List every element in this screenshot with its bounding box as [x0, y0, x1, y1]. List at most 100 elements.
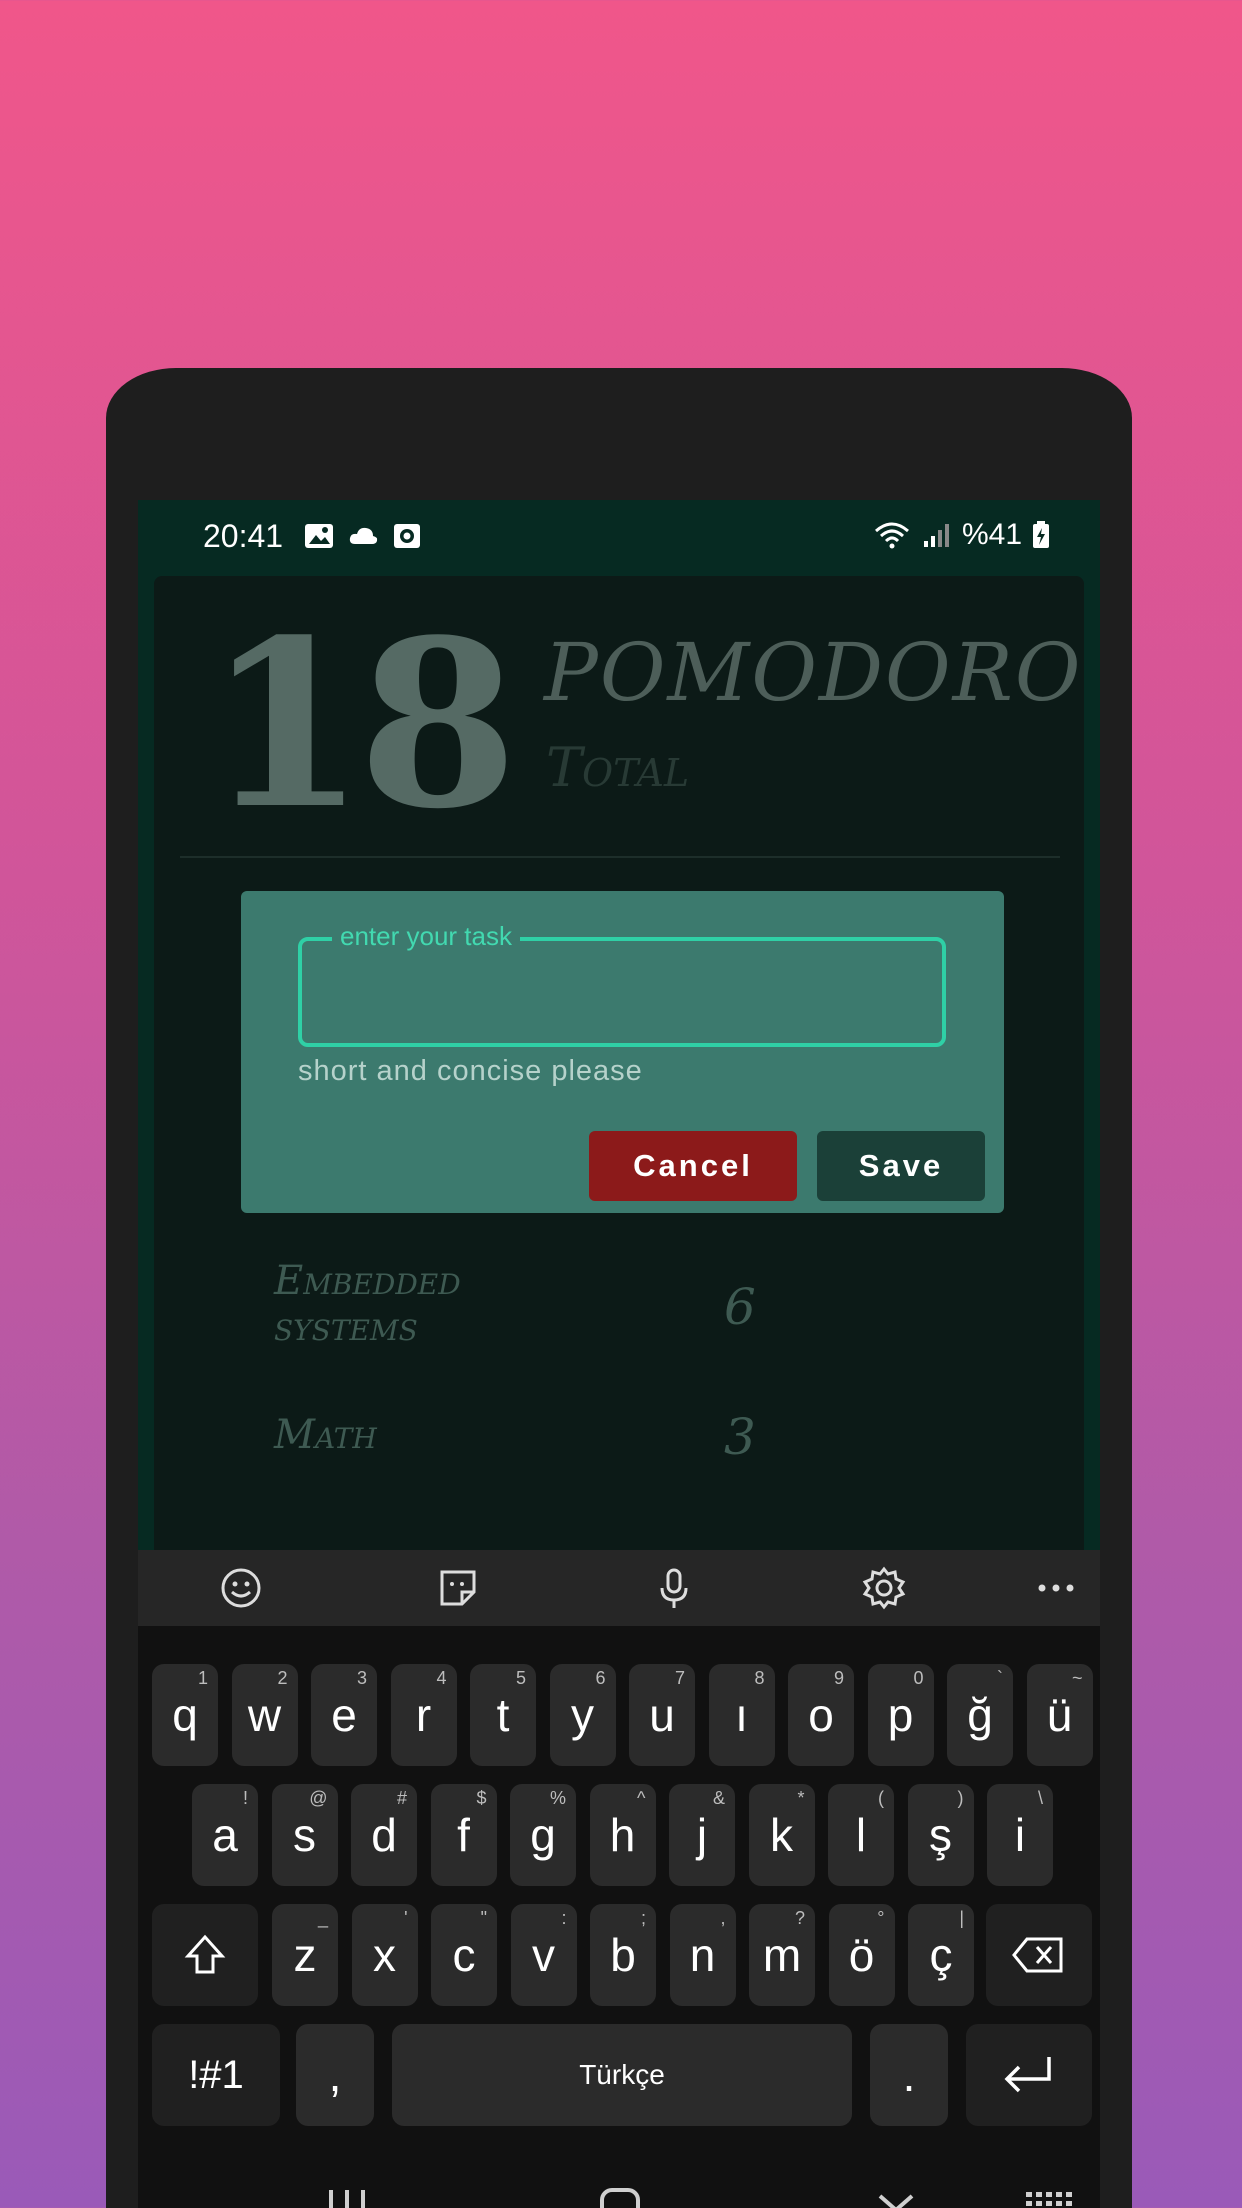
- task-input-label: enter your task: [332, 921, 520, 952]
- key-e[interactable]: e3: [311, 1664, 377, 1766]
- shift-key[interactable]: [152, 1904, 258, 2006]
- key-c[interactable]: c ": [431, 1904, 497, 2006]
- backspace-key[interactable]: [986, 1904, 1092, 2006]
- key-secondary-label: 0: [913, 1668, 924, 1688]
- key-label: ı: [735, 1689, 748, 1741]
- shift-icon: [184, 1934, 226, 1974]
- battery-icon: [1033, 521, 1049, 548]
- key-b[interactable]: b;: [590, 1904, 656, 2006]
- key-secondary-label: 2: [277, 1668, 288, 1688]
- key-ö[interactable]: ö °: [828, 1904, 895, 2006]
- home-icon[interactable]: [598, 2184, 642, 2208]
- task-input-helper-text: short and concise please: [298, 1055, 643, 1087]
- key-label: ş: [929, 1809, 952, 1861]
- comma-key[interactable]: ,: [296, 2024, 374, 2126]
- key-label: w: [247, 1689, 282, 1741]
- key-m[interactable]: m?: [749, 1904, 815, 2006]
- space-bar[interactable]: Türkçe: [392, 2024, 852, 2126]
- save-button[interactable]: Save: [817, 1131, 985, 1201]
- status-right: %41: [872, 518, 1050, 552]
- key-label: v: [532, 1929, 555, 1981]
- key-label: a: [212, 1809, 238, 1861]
- key-label: s: [293, 1809, 316, 1861]
- key-y[interactable]: y6: [549, 1664, 616, 1766]
- screen-recorder-icon: [394, 524, 420, 548]
- key-label: j: [696, 1809, 708, 1861]
- key-label: ü: [1046, 1689, 1073, 1741]
- key-secondary-label: &: [712, 1788, 725, 1808]
- task-row[interactable]: Embedded systems 6: [274, 1258, 974, 1350]
- key-p[interactable]: p0: [867, 1664, 934, 1766]
- key-label: x: [373, 1929, 396, 1981]
- key-k[interactable]: k *: [748, 1784, 815, 1886]
- key-w[interactable]: w2: [231, 1664, 298, 1766]
- key-a[interactable]: a!: [192, 1784, 258, 1886]
- key-ı[interactable]: ı8: [708, 1664, 775, 1766]
- key-t[interactable]: t5: [470, 1664, 536, 1766]
- wifi-icon: [874, 522, 909, 549]
- key-secondary-label: \: [1037, 1788, 1043, 1808]
- key-ş[interactable]: ş): [907, 1784, 974, 1886]
- key-secondary-label: |: [959, 1908, 964, 1928]
- key-ğ[interactable]: ğ `: [947, 1664, 1013, 1766]
- task-row[interactable]: Math 3: [274, 1408, 974, 1466]
- key-secondary-label: 4: [436, 1668, 447, 1688]
- key-secondary-label: 1: [197, 1668, 208, 1688]
- key-label: z: [293, 1929, 317, 1981]
- key-ü[interactable]: ü ~: [1026, 1664, 1093, 1766]
- key-ç[interactable]: ç |: [908, 1904, 974, 2006]
- key-x[interactable]: x ': [351, 1904, 418, 2006]
- key-secondary-label: 9: [833, 1668, 844, 1688]
- key-label: l: [855, 1809, 867, 1861]
- key-r[interactable]: r4: [390, 1664, 457, 1766]
- divider: [180, 856, 1060, 858]
- key-secondary-label: 5: [515, 1668, 526, 1688]
- sticker-icon[interactable]: [434, 1564, 482, 1612]
- key-i[interactable]: i \: [987, 1784, 1053, 1886]
- task-pomodoro-count: 6: [724, 1278, 756, 1336]
- key-h[interactable]: h ^: [589, 1784, 656, 1886]
- key-o[interactable]: o9: [788, 1664, 854, 1766]
- key-label: f: [457, 1809, 470, 1861]
- key-label: i: [1014, 1809, 1026, 1861]
- key-secondary-label: ': [404, 1908, 408, 1928]
- keyboard-toolbar: [138, 1550, 1100, 1626]
- keyboard-switch-icon[interactable]: [1022, 2184, 1076, 2208]
- cancel-button[interactable]: Cancel: [589, 1131, 797, 1201]
- key-f[interactable]: f $: [430, 1784, 497, 1886]
- key-n[interactable]: n,: [669, 1904, 736, 2006]
- key-label: p: [887, 1689, 914, 1741]
- key-v[interactable]: v:: [510, 1904, 577, 2006]
- period-key[interactable]: .: [870, 2024, 948, 2126]
- key-l[interactable]: l(: [828, 1784, 894, 1886]
- enter-key[interactable]: [966, 2024, 1092, 2126]
- key-secondary-label: ^: [637, 1788, 646, 1808]
- key-d[interactable]: d #: [351, 1784, 417, 1886]
- key-label: e: [331, 1689, 357, 1741]
- task-name: Math: [274, 1412, 377, 1458]
- key-secondary-label: $: [476, 1788, 487, 1808]
- symbols-key[interactable]: !#1: [152, 2024, 280, 2126]
- key-secondary-label: ": [480, 1908, 487, 1928]
- key-q[interactable]: q1: [152, 1664, 218, 1766]
- key-secondary-label: 6: [595, 1668, 606, 1688]
- key-label: q: [172, 1689, 198, 1741]
- hide-keyboard-chevron-icon[interactable]: [874, 2184, 918, 2208]
- key-z[interactable]: z _: [272, 1904, 338, 2006]
- battery-percent: %41: [961, 518, 1022, 551]
- settings-gear-icon[interactable]: [860, 1564, 908, 1612]
- key-secondary-label: *: [797, 1788, 805, 1808]
- microphone-icon[interactable]: [650, 1564, 698, 1612]
- key-s[interactable]: s @: [271, 1784, 338, 1886]
- key-label: ö: [848, 1929, 875, 1981]
- emoji-icon[interactable]: [217, 1564, 265, 1612]
- more-options-icon[interactable]: [1032, 1564, 1080, 1612]
- recent-apps-icon[interactable]: [325, 2184, 369, 2208]
- task-input[interactable]: [322, 961, 922, 1021]
- key-g[interactable]: g%: [510, 1784, 576, 1886]
- key-u[interactable]: u7: [629, 1664, 695, 1766]
- key-secondary-label: ): [957, 1788, 964, 1808]
- task-input-field[interactable]: enter your task: [298, 921, 946, 1047]
- key-j[interactable]: j &: [669, 1784, 735, 1886]
- key-label: n: [689, 1929, 716, 1981]
